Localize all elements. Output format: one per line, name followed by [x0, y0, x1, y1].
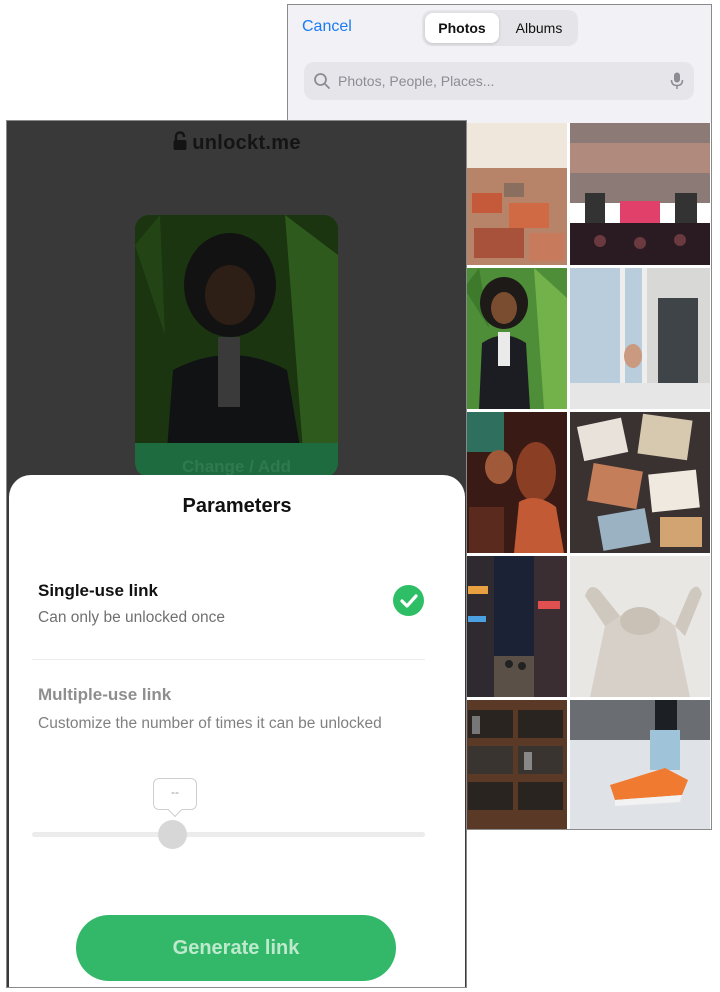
search-input[interactable] — [338, 62, 658, 100]
photo-thumbnail-ladder-door[interactable] — [570, 268, 710, 409]
photo-grid — [464, 123, 710, 829]
sheet-title: Parameters — [182, 495, 292, 517]
photo-thumbnail-shelves[interactable] — [464, 700, 567, 829]
photo-thumbnail-concert[interactable] — [570, 123, 710, 265]
usage-count-slider[interactable] — [32, 820, 425, 849]
photo-thumbnail-night-street[interactable] — [464, 556, 567, 697]
microphone-icon[interactable] — [670, 72, 684, 90]
photo-thumbnail-sneakers-snow[interactable] — [570, 700, 710, 829]
photo-thumbnail-bar-people[interactable] — [464, 412, 567, 553]
multiple-use-subtitle: Customize the number of times it can be … — [38, 715, 382, 732]
multiple-use-option[interactable]: Multiple-use link Customize the number o… — [9, 665, 465, 765]
unlockt-app: unlockt.me Change / Add Parameters Singl… — [6, 120, 467, 988]
search-bar — [304, 62, 694, 100]
photo-thumbnail-scattered-photos[interactable] — [570, 412, 710, 553]
lock-icon — [173, 131, 187, 150]
slider-value: -- — [171, 785, 179, 799]
cancel-button[interactable]: Cancel — [302, 18, 352, 36]
single-use-title: Single-use link — [38, 581, 158, 600]
single-use-option[interactable]: Single-use link Can only be unlocked onc… — [9, 567, 465, 647]
picker-header: Cancel Photos Albums — [288, 5, 711, 123]
slider-thumb[interactable] — [158, 820, 188, 849]
slider-value-tooltip: -- — [153, 778, 197, 818]
brand-name: unlockt.me — [192, 132, 301, 154]
generate-link-button[interactable]: Generate link — [76, 915, 396, 981]
single-use-subtitle: Can only be unlocked once — [38, 609, 225, 626]
checkmark-icon — [393, 585, 424, 616]
photo-thumbnail-sweater[interactable] — [570, 556, 710, 697]
search-icon — [314, 73, 330, 89]
app-header: unlockt.me — [7, 131, 466, 155]
change-add-button[interactable]: Change / Add — [135, 443, 338, 477]
photo-thumbnail-portrait-woman[interactable] — [464, 268, 567, 409]
tooltip-tail — [167, 802, 183, 818]
photo-thumbnail-city-rooftops[interactable] — [464, 123, 567, 265]
selected-photo[interactable]: Change / Add — [135, 215, 338, 477]
tab-albums[interactable]: Albums — [503, 13, 575, 43]
parameters-sheet: Parameters Single-use link Can only be u… — [9, 475, 465, 987]
divider — [32, 659, 425, 660]
multiple-use-title: Multiple-use link — [38, 685, 172, 704]
tab-photos[interactable]: Photos — [425, 13, 499, 43]
segmented-control: Photos Albums — [422, 10, 578, 46]
